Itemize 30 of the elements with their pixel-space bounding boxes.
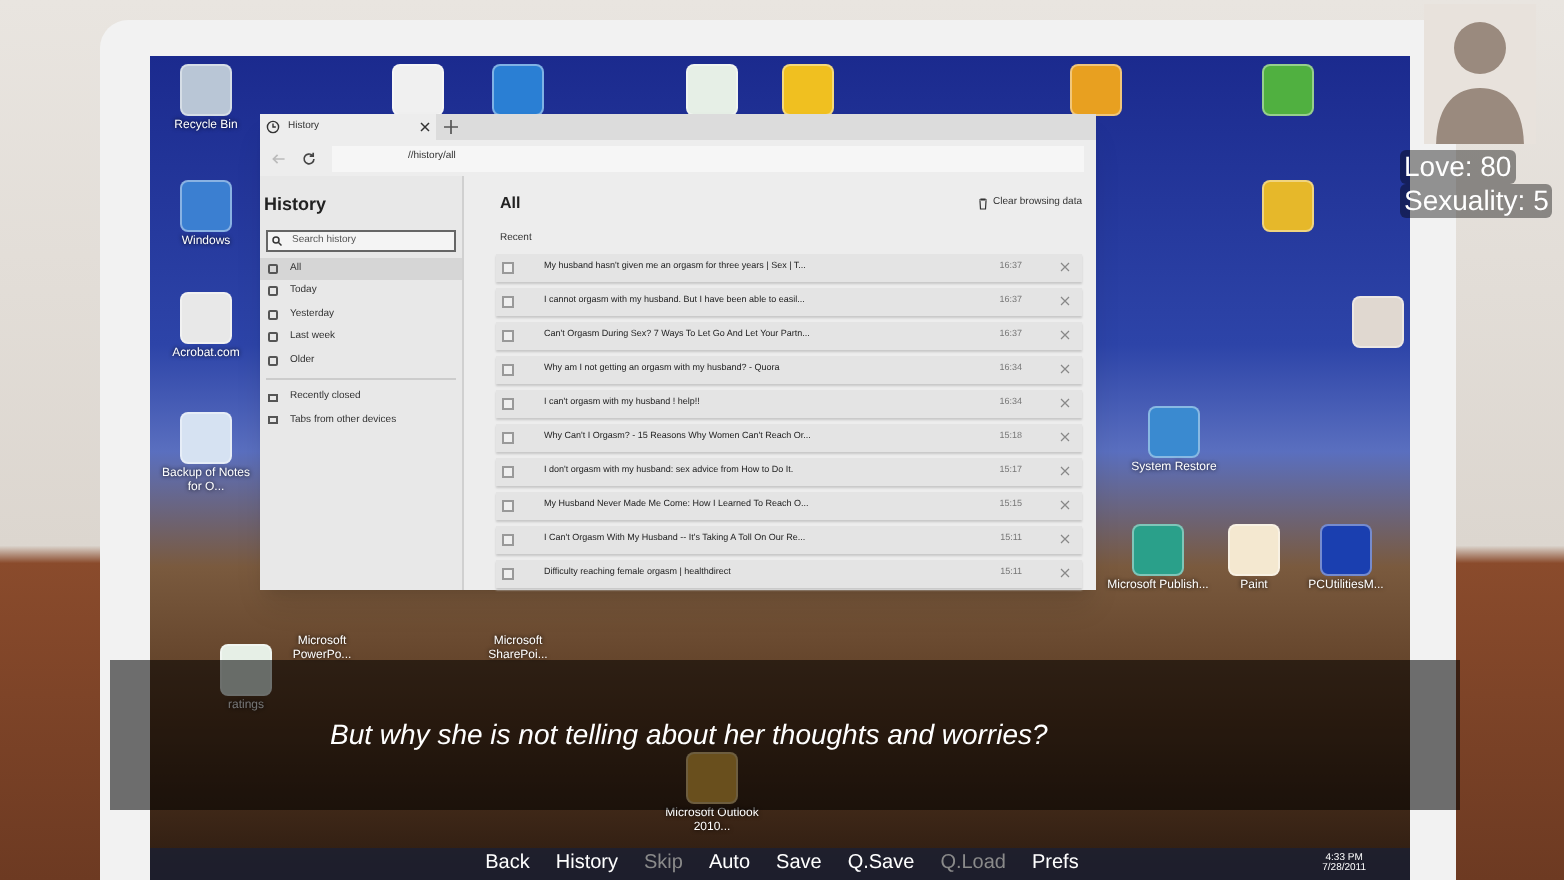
checkbox[interactable] bbox=[502, 567, 514, 579]
page-heading: All bbox=[500, 192, 521, 216]
close-icon[interactable] bbox=[420, 122, 430, 132]
new-tab-icon[interactable] bbox=[444, 120, 458, 134]
menu-link[interactable]: Back bbox=[485, 848, 530, 878]
checkbox[interactable] bbox=[502, 465, 514, 477]
checkbox[interactable] bbox=[502, 261, 514, 273]
desktop-app-icon[interactable] bbox=[180, 64, 232, 116]
back-arrow-icon[interactable] bbox=[272, 151, 286, 165]
search-icon bbox=[272, 235, 282, 245]
history-icon bbox=[266, 120, 280, 134]
checkbox[interactable] bbox=[502, 431, 514, 443]
checkbox[interactable] bbox=[502, 363, 514, 375]
menu-link[interactable]: History bbox=[555, 848, 618, 878]
desktop-app-icon[interactable] bbox=[492, 64, 544, 116]
checkbox[interactable] bbox=[502, 329, 514, 341]
desktop-app-icon[interactable] bbox=[220, 644, 272, 696]
checkbox[interactable] bbox=[502, 295, 514, 307]
trash-icon bbox=[977, 198, 988, 210]
checkbox[interactable] bbox=[502, 397, 514, 409]
reload-icon[interactable] bbox=[302, 151, 316, 165]
menu-link[interactable]: Save bbox=[776, 848, 822, 878]
sidebar-title: History bbox=[262, 192, 329, 218]
menu-link[interactable]: Prefs bbox=[1032, 848, 1079, 878]
menu-link[interactable]: Auto bbox=[708, 848, 751, 878]
checkbox[interactable] bbox=[502, 533, 514, 545]
desktop-app-icon[interactable] bbox=[1320, 524, 1372, 576]
dialogue-text: But why she is not telling about her thoughts and worries? bbox=[330, 716, 1048, 754]
checkbox[interactable] bbox=[502, 499, 514, 511]
menu-link[interactable]: Q.Save bbox=[847, 848, 915, 878]
